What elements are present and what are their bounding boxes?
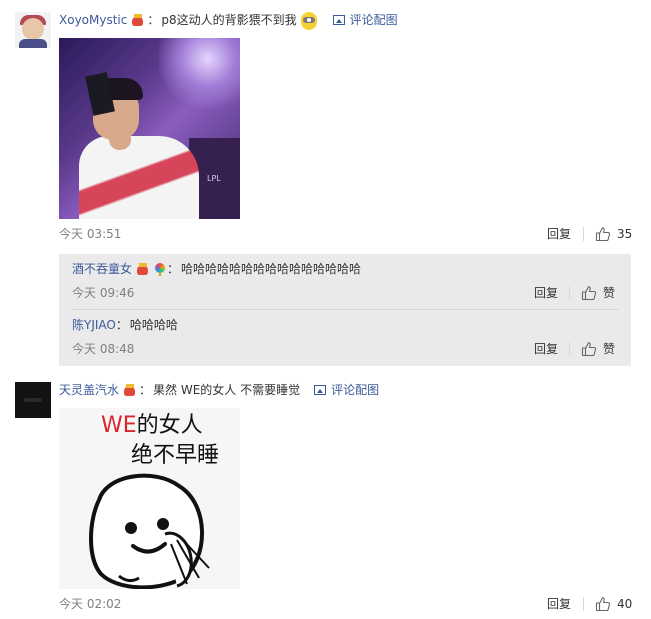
avatar[interactable] xyxy=(15,12,51,48)
picture-icon xyxy=(314,385,327,395)
reply-header: 酒不吞童女 ： 哈哈哈哈哈哈哈哈哈哈哈哈哈哈哈 xyxy=(72,260,362,278)
reply-timestamp: 今天 09:46 xyxy=(72,286,135,300)
reply-button[interactable]: 回复 xyxy=(547,596,571,612)
like-button[interactable]: 40 xyxy=(595,595,632,613)
avatar[interactable] xyxy=(15,382,51,418)
reply-button[interactable]: 回复 xyxy=(547,226,571,242)
comment-picture-link[interactable]: 评论配图 xyxy=(314,381,379,399)
picture-icon xyxy=(332,15,345,25)
reply-button[interactable]: 回复 xyxy=(534,341,558,357)
reply-header: 陈YJIAO ： 哈哈哈哈 xyxy=(72,316,178,334)
divider xyxy=(583,597,584,611)
thumbs-up-icon xyxy=(581,342,597,357)
crying-meme-face-icon xyxy=(89,473,210,589)
vip-heart-badge-icon xyxy=(122,383,138,397)
comment-image[interactable]: WE的女人 绝不早睡 xyxy=(59,408,240,589)
rainbow-pin-badge-icon xyxy=(154,262,166,276)
divider xyxy=(569,286,570,300)
like-button[interactable]: 赞 xyxy=(581,340,615,358)
reply-username[interactable]: 酒不吞童女 xyxy=(72,260,132,278)
comment-header: XoyoMystic ： p8这动人的背影猥不到我 评论配图 xyxy=(59,11,398,31)
reply-item: 陈YJIAO ： 哈哈哈哈 今天 08:48 回复 赞 xyxy=(59,310,631,366)
like-count: 40 xyxy=(617,597,633,611)
reply-list: 酒不吞童女 ： 哈哈哈哈哈哈哈哈哈哈哈哈哈哈哈 今天 09:46 回复 赞 陈Y… xyxy=(59,254,631,366)
comment-text: 果然 WE的女人 不需要睡觉 xyxy=(153,383,301,397)
like-button[interactable]: 35 xyxy=(595,225,632,243)
reply-item: 酒不吞童女 ： 哈哈哈哈哈哈哈哈哈哈哈哈哈哈哈 今天 09:46 回复 赞 xyxy=(59,254,631,310)
reply-text: 哈哈哈哈 xyxy=(129,318,178,332)
like-label: 赞 xyxy=(603,342,616,356)
reply-username[interactable]: 陈YJIAO xyxy=(72,316,116,334)
minion-icon xyxy=(299,11,319,31)
thumbs-up-icon xyxy=(581,286,597,301)
comment-username[interactable]: 天灵盖汽水 xyxy=(59,381,119,399)
divider xyxy=(583,227,584,241)
like-button[interactable]: 赞 xyxy=(581,284,615,302)
comment-timestamp: 今天 03:51 xyxy=(59,227,122,241)
reply-text: 哈哈哈哈哈哈哈哈哈哈哈哈哈哈哈 xyxy=(181,262,362,276)
like-label: 赞 xyxy=(603,286,616,300)
like-count: 35 xyxy=(617,227,633,241)
reply-timestamp: 今天 08:48 xyxy=(72,342,135,356)
thumbs-up-icon xyxy=(595,597,611,612)
thumbs-up-icon xyxy=(595,227,611,242)
comment-image[interactable]: LPL xyxy=(59,38,240,219)
comment-text: p8这动人的背影猥不到我 xyxy=(161,13,297,27)
vip-heart-badge-icon xyxy=(130,13,146,27)
comment-header: 天灵盖汽水 ： 果然 WE的女人 不需要睡觉 评论配图 xyxy=(59,381,380,399)
comment-picture-link[interactable]: 评论配图 xyxy=(332,11,398,29)
divider xyxy=(569,342,570,356)
reply-button[interactable]: 回复 xyxy=(534,285,558,301)
comment-username[interactable]: XoyoMystic xyxy=(59,11,127,29)
vip-heart-badge-icon xyxy=(135,262,151,276)
comment-timestamp: 今天 02:02 xyxy=(59,597,122,611)
